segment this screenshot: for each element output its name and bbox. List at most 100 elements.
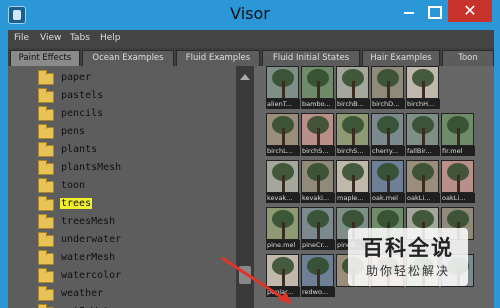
watermark-main-text: 百科全说 [362,236,454,260]
watermark-sub-text: 助你轻松解决 [365,264,450,278]
folder-label: trees [60,198,93,209]
folder-label: plantsMesh [61,162,122,173]
thumbnail-tile[interactable]: kevak... [266,160,300,204]
tree-preview-image [336,160,369,193]
thumbnail-tile[interactable]: oak.mel [371,160,405,204]
thumbnail-caption: oak.mel [371,193,405,203]
folder-icon [38,106,54,121]
folder-item[interactable]: pens [8,124,236,142]
thumbnail-tile[interactable]: birchS... [301,113,335,157]
thumbnail-tile[interactable]: redwo... [301,254,335,298]
thumbnail-caption: birchS... [336,146,370,156]
thumbnail-caption: oakLi... [406,193,440,203]
folder-item[interactable]: toon [8,178,236,196]
folder-item[interactable]: trees [8,196,236,214]
tree-preview-image [371,113,404,146]
thumbnail-tile[interactable]: birchL... [266,113,300,157]
thumbnail-tile[interactable]: birchB... [336,66,370,110]
folder-icon [38,70,54,85]
menu-bar: File View Tabs Help [8,30,494,48]
thumbnail-caption: pineCr... [301,240,335,250]
folder-item[interactable]: pencils [8,106,236,124]
menu-file[interactable]: File [14,33,29,43]
folder-icon [38,178,54,193]
thumbnail-tile[interactable]: alienT... [266,66,300,110]
folder-item[interactable]: paper [8,70,236,88]
folder-item[interactable]: wetInWet [8,304,236,308]
folder-item[interactable]: watercolor [8,268,236,286]
maximize-button[interactable] [422,0,444,22]
thumbnail-caption: birchB... [336,99,370,109]
thumbnail-caption: alienT... [266,99,300,109]
tree-preview-image [301,66,334,99]
thumbnail-tile[interactable]: pine.mel [266,207,300,251]
thumbnail-caption: cherry... [371,146,405,156]
tree-preview-image [406,66,439,99]
thumbnail-tile[interactable]: pineCr... [301,207,335,251]
thumbnail-caption: birchS... [301,146,335,156]
thumbnail-caption: bambo... [301,99,335,109]
thumbnail-caption: birchD... [371,99,405,109]
thumbnail-tile[interactable]: birchS... [336,113,370,157]
folder-label: waterMesh [61,252,116,263]
close-button[interactable]: ✕ [448,0,492,22]
folder-icon [38,286,54,301]
folder-item[interactable]: plants [8,142,236,160]
scroll-up-icon[interactable] [240,74,250,80]
thumbnail-tile[interactable]: fir.mel [441,113,475,157]
red-arrow-annotation [221,256,292,304]
title-bar[interactable]: Visor ✕ [0,0,500,30]
thumbnail-tile[interactable]: oakLi... [406,160,440,204]
thumbnail-tile[interactable]: oakLi... [441,160,475,204]
thumbnail-tile[interactable]: bambo... [301,66,335,110]
folder-icon [38,214,54,229]
thumbnail-caption: oakLi... [441,193,475,203]
tree-preview-image [266,113,299,146]
thumbnail-tile[interactable]: birchD... [371,66,405,110]
tab-fluid-initial-states[interactable]: Fluid Initial States [262,50,360,66]
tab-fluid-examples[interactable]: Fluid Examples [176,50,260,66]
menu-view[interactable]: View [40,33,61,43]
tab-toon[interactable]: Toon [442,50,494,66]
thumbnail-tile[interactable]: maple... [336,160,370,204]
thumbnail-caption: kevaki... [301,193,335,203]
folder-icon [38,160,54,175]
folder-item[interactable]: weather [8,286,236,304]
menu-help[interactable]: Help [100,33,121,43]
folder-label: pens [61,126,86,137]
tab-paint-effects[interactable]: Paint Effects [10,50,80,66]
folder-icon [38,124,54,139]
tab-ocean-examples[interactable]: Ocean Examples [82,50,174,66]
tree-preview-image [336,66,369,99]
tree-preview-image [336,113,369,146]
folder-item[interactable]: pastels [8,88,236,106]
folder-item[interactable]: underwater [8,232,236,250]
tree-preview-image [441,160,474,193]
tree-preview-image [441,113,474,146]
tab-hair-examples[interactable]: Hair Examples [362,50,440,66]
folder-icon [38,88,54,103]
thumbnail-caption: maple... [336,193,370,203]
minimize-button[interactable] [398,0,420,22]
thumbnail-tile[interactable]: birchH... [406,66,440,110]
thumbnail-caption: fir.mel [441,146,475,156]
folder-icon [38,232,54,247]
folder-item[interactable]: plantsMesh [8,160,236,178]
thumbnail-tile[interactable]: fallBir... [406,113,440,157]
tree-preview-image [301,207,334,240]
thumbnail-tile[interactable]: kevaki... [301,160,335,204]
folder-icon [38,196,54,211]
folder-label: paper [61,72,92,83]
folder-label: pastels [61,90,104,101]
folder-label: treesMesh [61,216,116,227]
folder-icon [38,250,54,265]
folder-item[interactable]: waterMesh [8,250,236,268]
folder-label: toon [61,180,86,191]
tree-preview-image [371,66,404,99]
menu-tabs[interactable]: Tabs [70,33,90,43]
folder-label: watercolor [61,270,122,281]
folder-item[interactable]: treesMesh [8,214,236,232]
thumbnail-tile[interactable]: cherry... [371,113,405,157]
tree-preview-image [301,160,334,193]
tree-preview-image [266,160,299,193]
